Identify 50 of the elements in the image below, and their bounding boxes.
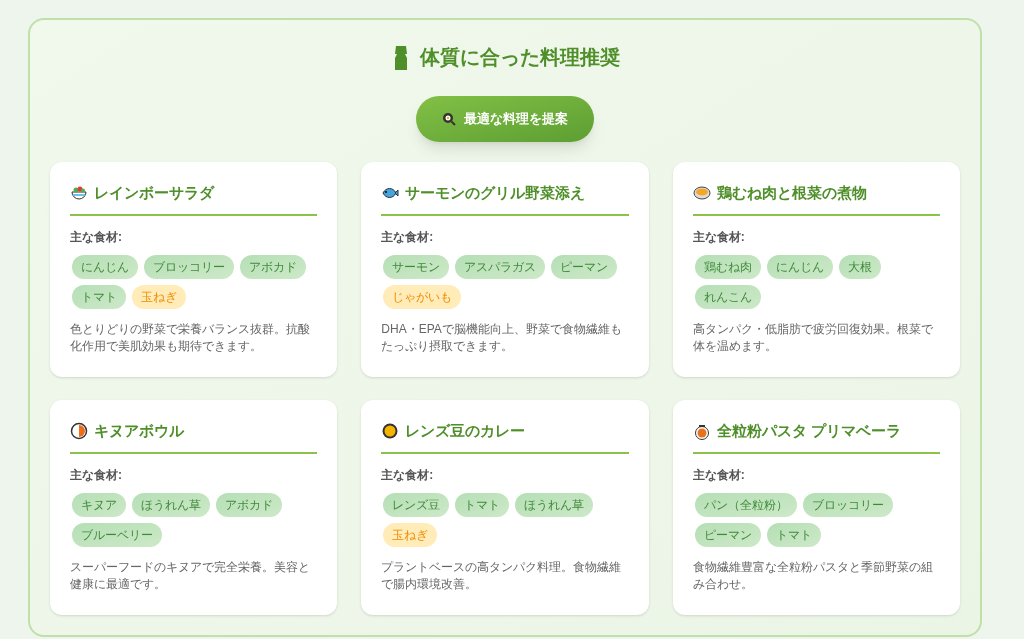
ingredient-tag: にんじん (766, 254, 833, 279)
recipe-title: サーモンのグリル野菜添え (405, 183, 586, 203)
ingredient-tag: 玉ねぎ (383, 522, 438, 547)
ingredient-tag: じゃがいも (383, 284, 462, 309)
recipe-description: プラントベースの高タンパク料理。食物繊維で腸内環境改善。 (381, 558, 623, 593)
ingredient-tag: ほうれん草 (132, 492, 210, 517)
frying-pan-icon (442, 112, 456, 126)
recipe-title: レインボーサラダ (94, 183, 214, 203)
recipe-description: スーパーフードのキヌアで完全栄養。美容と健康に最適です。 (70, 558, 311, 593)
suggest-button[interactable]: 最適な料理を提案 (416, 96, 594, 142)
ingredient-tag: れんこん (694, 284, 761, 309)
ingredient-tag: 玉ねぎ (132, 284, 186, 309)
recipe-title: レンズ豆のカレー (405, 421, 526, 441)
salad-bowl-icon (70, 184, 88, 203)
ingredients-label: 主な食材: (381, 466, 435, 484)
pasta-jar-icon (692, 422, 711, 441)
recipe-title: 全粒粉パスタ プリマベーラ (716, 421, 901, 441)
ingredient-tag: パン（全粒粉） (694, 492, 797, 517)
ingredient-tag: ピーマン (694, 522, 761, 547)
ingredient-tag: ブルーベリー (72, 522, 162, 547)
ingredient-tag: 大根 (838, 254, 881, 279)
ingredient-tag: ブロッコリー (144, 254, 234, 279)
ingredient-tag: 鶏むね肉 (694, 254, 761, 279)
ingredients-label: 主な食材: (692, 228, 746, 246)
page-title: 体質に合った料理推奨 (420, 45, 620, 70)
recipe-description: 食物繊維豊富な全粒粉パスタと季節野菜の組み合わせ。 (692, 558, 934, 593)
ingredient-tag: にんじん (72, 254, 138, 279)
ingredients-label: 主な食材: (381, 228, 435, 246)
ingredient-tag: アボカド (240, 254, 306, 279)
ingredient-tag: アボカド (216, 492, 282, 517)
recipe-description: 色とりどりの野菜で栄養バランス抜群。抗酸化作用で美肌効果も期待できます。 (70, 320, 311, 355)
recipe-description: 高タンパク・低脂肪で疲労回復効果。根菜で体を温めます。 (692, 320, 934, 355)
ingredient-tag: ピーマン (551, 254, 618, 279)
ingredient-tag: レンズ豆 (383, 492, 450, 517)
ingredient-tag: キヌア (72, 492, 126, 517)
ingredients-label: 主な食材: (70, 466, 123, 484)
ingredient-tag: トマト (455, 492, 510, 517)
recipe-title: キヌアボウル (94, 421, 184, 441)
ingredient-tag: トマト (72, 284, 126, 309)
ingredient-tag: アスパラガス (455, 254, 546, 279)
ingredient-tag: ブロッコリー (802, 492, 893, 517)
ingredient-tag: ほうれん草 (515, 492, 594, 517)
ingredients-label: 主な食材: (70, 228, 123, 246)
ingredients-label: 主な食材: (692, 466, 746, 484)
curry-icon (381, 422, 400, 441)
recipe-title: 鶏むね肉と根菜の煮物 (716, 183, 867, 203)
recipe-description: DHA・EPAで脳機能向上、野菜で食物繊維もたっぷり摂取できます。 (381, 320, 623, 355)
ingredient-tag: トマト (766, 522, 821, 547)
ingredient-tag: サーモン (383, 254, 450, 279)
stew-bowl-icon (692, 184, 711, 203)
